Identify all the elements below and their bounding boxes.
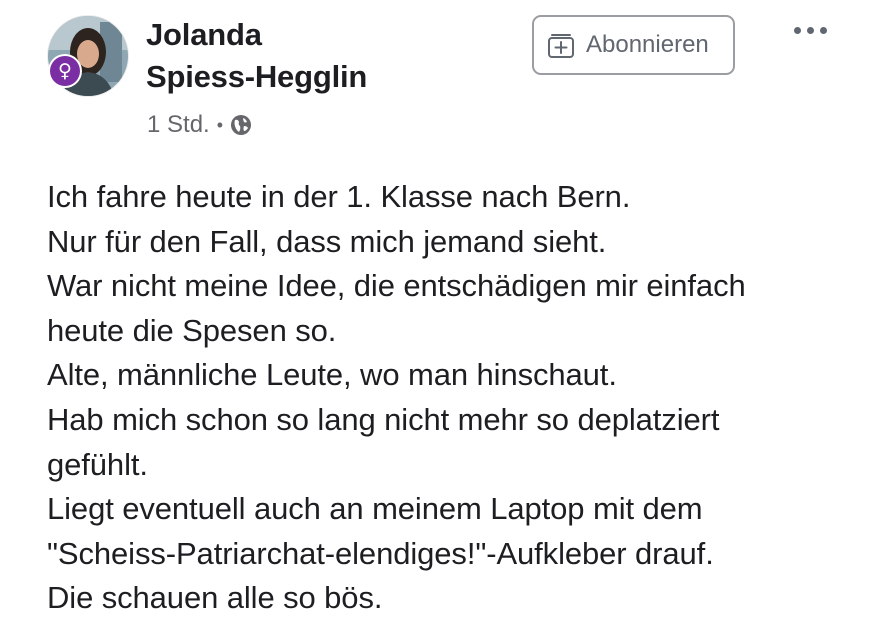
venus-symbol-icon: ♀ [50,56,80,86]
subscribe-label: Abonnieren [586,31,709,58]
post-text-line: Nur für den Fall, dass mich jemand sieht… [47,223,607,259]
follow-plus-icon [546,30,576,60]
post-text-line: "Scheiss-Patriarchat-elendiges!"-Aufkleb… [47,535,714,571]
globe-icon[interactable] [230,114,252,136]
author-name-line2[interactable]: Spiess-Hegglin [146,56,506,98]
more-dot [819,26,827,34]
subscribe-button[interactable]: Abonnieren [532,15,735,75]
author-name-line1[interactable]: Jolanda [146,14,506,56]
post-text-line: Ich fahre heute in der 1. Klasse nach Be… [47,179,631,214]
more-options-icon[interactable] [788,18,832,42]
post-text-line: gefühlt. [47,446,148,482]
post-text-line: Die schauen alle so bös. [47,580,383,616]
more-dot [806,26,814,34]
meta-separator: • [216,114,224,135]
author-name[interactable]: Jolanda Spiess-Hegglin [146,14,506,98]
post-meta: 1 Std. • [147,110,252,140]
post-text-line: heute die Spesen so. [47,312,337,348]
more-dot [793,26,801,34]
post-text: Ich fahre heute in der 1. Klasse nach Be… [47,175,867,621]
post-text-line: Alte, männliche Leute, wo man hinschaut. [47,357,617,393]
post-timestamp[interactable]: 1 Std. [147,111,210,139]
facebook-post: ♀ Jolanda Spiess-Hegglin 1 Std. • Abonni… [0,0,890,640]
post-text-line: Hab mich schon so lang nicht mehr so dep… [47,401,720,437]
post-text-line: War nicht meine Idee, die entschädigen m… [47,268,746,304]
post-text-line: Liegt eventuell auch an meinem Laptop mi… [47,491,703,527]
